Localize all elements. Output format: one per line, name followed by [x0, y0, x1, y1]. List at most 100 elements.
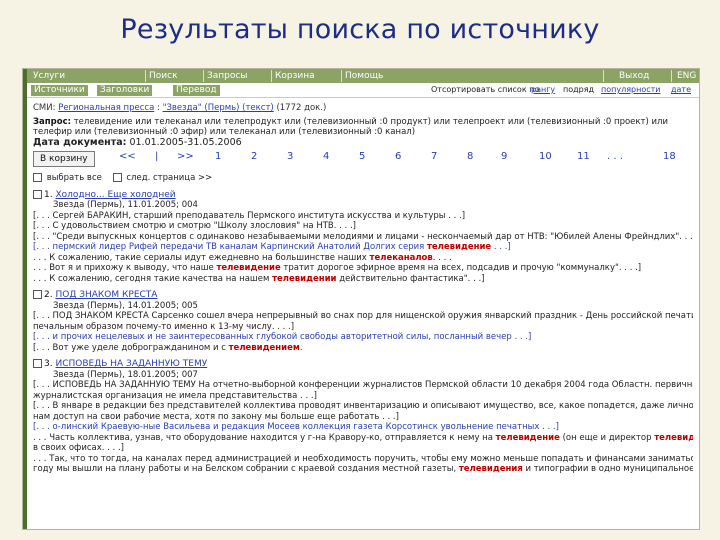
sort-option-label[interactable]: рангу	[531, 85, 555, 94]
search-term-highlight: телевидением	[228, 342, 300, 353]
page-link[interactable]: 18	[663, 151, 676, 163]
prev-page-link[interactable]: |	[155, 151, 158, 163]
slide-title: Результаты поиска по источнику	[120, 14, 600, 45]
search-term-highlight: телеканалов	[369, 252, 433, 263]
result-snippet-line: . . . К сожалению, такие сериалы идут еж…	[33, 253, 693, 264]
snippet-text: [. . . В январе в редакции без представи…	[33, 401, 693, 411]
nav-basket[interactable]: Корзина	[275, 69, 315, 83]
query-block: Запрос: телевидение или телеканал или те…	[33, 117, 693, 138]
result-snippet-line: в своих офисах. . . .]	[33, 443, 693, 454]
result-snippet-line: . . . К сожалению, сегодня такие качеств…	[33, 274, 693, 285]
next-page-checkbox[interactable]	[112, 173, 122, 182]
result-snippet-line: [. . . "Среди выпускных концертов с один…	[33, 232, 693, 243]
snippet-text: (он еще и директор	[559, 432, 655, 443]
snippet-text: журналистская организация не имела предс…	[33, 390, 317, 401]
result-snippet-line: [. . . и прочих нецелевых и не заинтерес…	[33, 332, 693, 343]
result-number: 1.	[44, 189, 53, 200]
nav-search[interactable]: Поиск	[149, 69, 178, 83]
query-label: Запрос:	[33, 116, 72, 127]
page-link[interactable]: 5	[359, 151, 365, 163]
result-checkbox[interactable]	[33, 189, 42, 199]
snippet-text: нам доступ на свои рабочие места, хотя п…	[33, 411, 399, 422]
result-title-link[interactable]: Холодно... Еще холодней	[55, 190, 175, 200]
snippet-text: [. . . ИСПОВЕДЬ НА ЗАДАННУЮ ТЕМУ На отче…	[33, 380, 693, 390]
next-page-label[interactable]: след. страница >>	[126, 173, 212, 183]
sort-by-popularity[interactable]: популярности	[601, 85, 660, 94]
query-text: телевидение или телеканал или телепродук…	[33, 116, 668, 138]
source-name-link[interactable]: "Звезда" (Пермь) (текст)	[163, 103, 274, 113]
tab-translation[interactable]: Перевод	[173, 85, 220, 96]
next-page-link[interactable]: >>	[177, 151, 194, 163]
snippet-text: [. . . Сергей БАРАКИН, старший преподава…	[33, 210, 466, 221]
result-snippet-line: [. . . ИСПОВЕДЬ НА ЗАДАННУЮ ТЕМУ На отче…	[33, 380, 693, 391]
page-link[interactable]: 7	[431, 151, 437, 163]
snippet-text: году мы вышли на плану работы и на Белск…	[33, 464, 459, 474]
source-category-link[interactable]: Региональная пресса	[58, 103, 154, 113]
snippet-text: . . . К сожалению, сегодня такие качеств…	[33, 273, 273, 284]
sort-by-rank[interactable]: рангу	[531, 85, 555, 94]
page-link[interactable]: 1	[215, 151, 221, 163]
result-snippet-line: [. . . В январе в редакции без представи…	[33, 401, 693, 412]
page-link[interactable]: 11	[577, 151, 590, 163]
search-term-highlight: телевидения	[654, 432, 693, 443]
date-row: Дата документа: 01.01.2005-31.05.2006	[33, 137, 693, 149]
search-term-highlight: телевидении	[272, 273, 337, 284]
sort-option-label[interactable]: популярности	[601, 85, 660, 94]
snippet-text: действительно фантастика". . .]	[336, 273, 485, 284]
search-term-highlight: телевидение	[216, 263, 281, 273]
source-doc-count: (1772 док.)	[276, 103, 327, 113]
page-link[interactable]: 3	[287, 151, 293, 163]
results-list: 1. Холодно... Еще холодней Звезда (Пермь)…	[33, 189, 693, 475]
snippet-text: . . . .	[432, 252, 452, 263]
nav-services[interactable]: Услуги	[33, 69, 65, 83]
result-snippet-line: нам доступ на свои рабочие места, хотя п…	[33, 412, 693, 423]
snippet-text: [. . . ПОД ЗНАКОМ КРЕСТА Сарсенко сошел …	[33, 311, 693, 321]
pagination: В корзину << | >> 1 2 3 4 5 6 7 8 9 10 1…	[33, 151, 693, 167]
snippet-link-text: [. . . пермский лидер Рифей передачи ТВ …	[33, 242, 427, 252]
nav-language-eng[interactable]: ENG	[677, 69, 696, 83]
result-snippet-line: [. . . Сергей БАРАКИН, старший преподава…	[33, 211, 693, 222]
sort-sequential[interactable]: подряд	[563, 85, 594, 94]
page-link[interactable]: 6	[395, 151, 401, 163]
tab-sources[interactable]: Источники	[31, 85, 88, 96]
result-snippet-line: . . . Часть коллектива, узнав, что обору…	[33, 433, 693, 444]
select-all-checkbox[interactable]	[33, 173, 42, 182]
result-checkbox[interactable]	[33, 359, 42, 368]
select-all-label[interactable]: выбрать все	[47, 173, 102, 183]
result-checkbox[interactable]	[33, 290, 42, 299]
result-heading: 3. ИСПОВЕДЬ НА ЗАДАННУЮ ТЕМУ	[33, 359, 693, 370]
results-content: СМИ: Региональная пресса : "Звезда" (Пер…	[33, 103, 693, 475]
result-snippet-line: [. . . пермский лидер Рифей передачи ТВ …	[33, 242, 693, 253]
page-link[interactable]: 2	[251, 151, 257, 163]
nav-help[interactable]: Помощь	[345, 69, 383, 83]
sort-by-date[interactable]: дате	[671, 85, 691, 94]
snippet-link-text: . . .]	[491, 242, 511, 252]
page-link[interactable]: 10	[539, 151, 552, 163]
add-to-basket-button[interactable]: В корзину	[33, 151, 95, 167]
first-page-link[interactable]: <<	[119, 151, 136, 163]
snippet-text: печальным образом почему-то именно к 13-…	[33, 321, 295, 332]
result-number: 3.	[44, 359, 53, 369]
page-link[interactable]: 4	[323, 151, 329, 163]
nav-separator	[671, 70, 672, 82]
search-term-highlight: телевидение	[495, 432, 560, 443]
result-title-link[interactable]: ИСПОВЕДЬ НА ЗАДАННУЮ ТЕМУ	[55, 359, 207, 369]
result-snippet-line: [. . . Вот уже уделе доброгражданином и …	[33, 343, 693, 354]
result-meta: Звезда (Пермь), 18.01.2005; 007	[53, 369, 198, 380]
snippet-text: .	[299, 342, 303, 353]
select-row: выбрать все след. страница >>	[33, 173, 693, 184]
tab-headlines[interactable]: Заголовки	[97, 85, 153, 96]
snippet-text: [. . . Вот уже уделе доброгражданином и …	[33, 342, 229, 353]
nav-queries[interactable]: Запросы	[207, 69, 247, 83]
search-term-highlight: телевидение	[426, 242, 492, 252]
result-snippet-line: [. . . ПОД ЗНАКОМ КРЕСТА Сарсенко сошел …	[33, 311, 693, 322]
sort-option-label[interactable]: дате	[671, 85, 691, 94]
page-link[interactable]: 8	[467, 151, 473, 163]
result-snippet-line: [. . . С удовольствием смотрю и смотрю "…	[33, 221, 693, 232]
result-snippet-line: . . . Вот я и прихожу к выводу, что наше…	[33, 263, 693, 274]
nav-exit[interactable]: Выход	[619, 69, 649, 83]
secondary-navigation: Источники Заголовки Перевод Отсортироват…	[27, 83, 699, 98]
result-title-link[interactable]: ПОД ЗНАКОМ КРЕСТА	[55, 290, 157, 300]
nav-separator	[145, 70, 146, 82]
page-link[interactable]: 9	[501, 151, 507, 163]
